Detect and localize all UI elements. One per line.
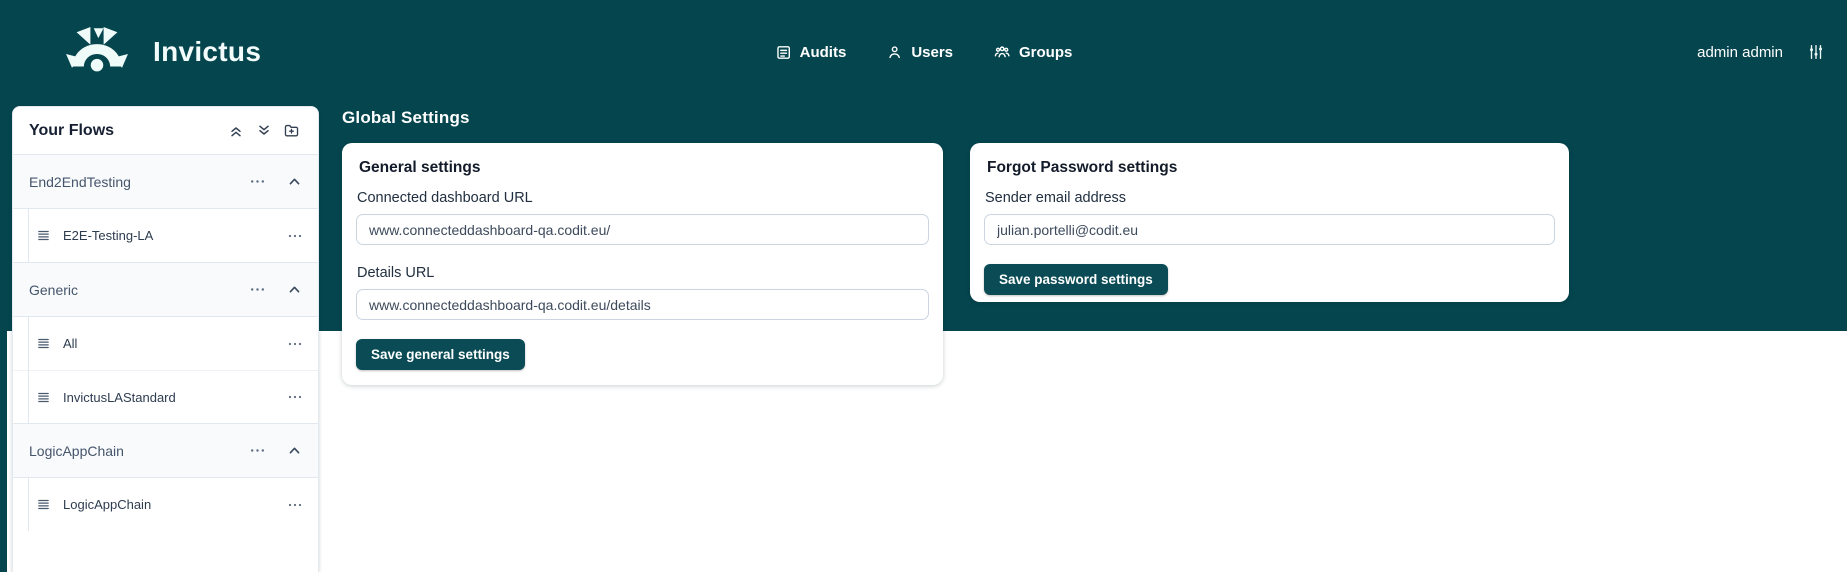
flow-item-all[interactable]: All [13, 317, 318, 370]
flow-group: End2EndTesting E2E-Testing-LA [13, 154, 318, 262]
form-field: Connected dashboard URL [356, 190, 929, 245]
chevron-up-icon [287, 443, 302, 458]
flow-icon [36, 228, 51, 243]
flow-group-end2endtesting[interactable]: End2EndTesting [13, 155, 318, 209]
flow-group: Generic All [13, 262, 318, 423]
chevron-up-icon [287, 282, 302, 297]
user-name[interactable]: admin admin [1697, 44, 1783, 61]
flow-group-collapse-button[interactable] [287, 443, 302, 458]
nav-label: Groups [1019, 44, 1072, 61]
top-bar: Invictus Audits Users Groups [0, 0, 1847, 104]
flow-icon [36, 390, 51, 405]
ellipsis-icon [249, 442, 266, 459]
main-nav: Audits Users Groups [775, 0, 1073, 104]
flow-group-menu-button[interactable] [249, 442, 266, 459]
flow-group: LogicAppChain LogicAppChain [13, 423, 318, 531]
sliders-icon [1807, 43, 1825, 61]
flow-group-logicappchain[interactable]: LogicAppChain [13, 424, 318, 478]
forgot-password-settings-card: Forgot Password settings Sender email ad… [970, 143, 1569, 302]
general-settings-card: General settings Connected dashboard URL… [342, 143, 943, 385]
flow-item-label: E2E-Testing-LA [63, 228, 153, 243]
ellipsis-icon [287, 497, 303, 513]
groups-icon [993, 43, 1011, 61]
flow-group-collapse-button[interactable] [287, 174, 302, 189]
flow-item-menu-button[interactable] [287, 389, 303, 405]
field-label: Connected dashboard URL [357, 190, 929, 206]
flow-item-menu-button[interactable] [287, 497, 303, 513]
invictus-logo-icon [64, 25, 130, 79]
nav-label: Audits [800, 44, 847, 61]
ellipsis-icon [249, 281, 266, 298]
connected-dashboard-url-input[interactable] [356, 214, 929, 245]
page-title: Global Settings [342, 108, 470, 128]
sidebar-header: Your Flows [13, 107, 318, 154]
ellipsis-icon [249, 173, 266, 190]
flow-group-label: Generic [29, 282, 78, 298]
collapse-all-button[interactable] [225, 120, 246, 141]
your-flows-panel: Your Flows End2EndTesting [12, 106, 319, 572]
field-label: Details URL [357, 265, 929, 281]
save-general-settings-button[interactable]: Save general settings [356, 339, 525, 370]
save-password-settings-button[interactable]: Save password settings [984, 264, 1168, 295]
form-field: Details URL [356, 265, 929, 320]
flow-group-generic[interactable]: Generic [13, 263, 318, 317]
flow-items: LogicAppChain [13, 478, 318, 531]
ellipsis-icon [287, 336, 303, 352]
flow-item-label: InvictusLAStandard [63, 390, 176, 405]
flow-item-label: LogicAppChain [63, 497, 151, 512]
sender-email-address-input[interactable] [984, 214, 1555, 245]
nav-audits[interactable]: Audits [775, 44, 847, 61]
flow-item-menu-button[interactable] [287, 336, 303, 352]
flow-icon [36, 497, 51, 512]
ellipsis-icon [287, 228, 303, 244]
new-folder-button[interactable] [281, 120, 302, 141]
card-title: Forgot Password settings [987, 159, 1555, 177]
users-icon [886, 44, 903, 61]
details-url-input[interactable] [356, 289, 929, 320]
flow-items: All InvictusLAStandard [13, 317, 318, 423]
flow-item-invictuslastandard[interactable]: InvictusLAStandard [13, 370, 318, 423]
sidebar-title: Your Flows [29, 122, 114, 140]
collapse-all-icon [228, 123, 244, 139]
flow-groups: End2EndTesting E2E-Testing-LA [13, 154, 318, 531]
flow-item-logicappchain[interactable]: LogicAppChain [13, 478, 318, 531]
card-title: General settings [359, 159, 929, 177]
expand-all-button[interactable] [253, 120, 274, 141]
flow-item-menu-button[interactable] [287, 228, 303, 244]
flow-icon [36, 336, 51, 351]
flow-group-collapse-button[interactable] [287, 282, 302, 297]
ellipsis-icon [287, 389, 303, 405]
folder-plus-icon [283, 122, 300, 139]
settings-sliders-button[interactable] [1807, 43, 1825, 61]
header-right: admin admin [1697, 43, 1825, 61]
flow-item-e2e-testing-la[interactable]: E2E-Testing-LA [13, 209, 318, 262]
sidebar-toolbar [225, 120, 302, 141]
flow-group-label: End2EndTesting [29, 174, 131, 190]
form-field: Sender email address [984, 190, 1555, 245]
card-fields: Sender email address [984, 190, 1555, 245]
expand-all-icon [256, 123, 272, 139]
nav-groups[interactable]: Groups [993, 43, 1072, 61]
chevron-up-icon [287, 174, 302, 189]
nav-label: Users [911, 44, 953, 61]
audits-icon [775, 44, 792, 61]
nav-users[interactable]: Users [886, 44, 953, 61]
card-fields: Connected dashboard URL Details URL [356, 190, 929, 320]
brand-name: Invictus [153, 36, 261, 68]
flow-group-menu-button[interactable] [249, 173, 266, 190]
flow-item-label: All [63, 336, 77, 351]
flow-items: E2E-Testing-LA [13, 209, 318, 262]
field-label: Sender email address [985, 190, 1555, 206]
flow-group-label: LogicAppChain [29, 443, 124, 459]
brand: Invictus [64, 25, 261, 79]
flow-group-menu-button[interactable] [249, 281, 266, 298]
